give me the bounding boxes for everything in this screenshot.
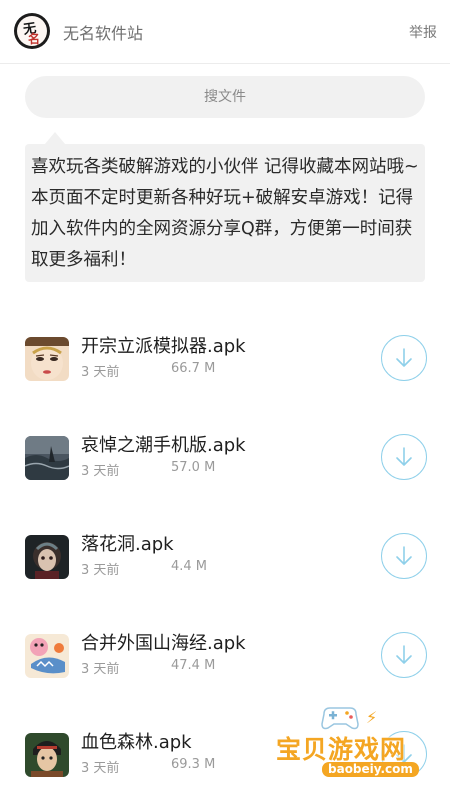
logo-inner: 无 名 [17, 16, 47, 46]
top-header: 无 名 无名软件站 举报 [0, 0, 450, 64]
watermark-brand: 宝贝游戏网 [276, 735, 407, 764]
file-list-item[interactable]: 落花洞.apk 3 天前 4.4 M [0, 533, 450, 605]
gamepad-icon [321, 707, 359, 730]
file-size: 4.4 M [171, 559, 208, 574]
file-list-item[interactable]: 哀悼之潮手机版.apk 3 天前 57.0 M [0, 434, 450, 506]
file-name[interactable]: 落花洞.apk [81, 530, 174, 556]
file-list-item[interactable]: 合并外国山海经.apk 3 天前 47.4 M [0, 632, 450, 704]
download-button[interactable] [381, 335, 427, 381]
face-character-icon [25, 337, 69, 381]
file-date: 3 天前 [81, 563, 120, 578]
file-size: 69.3 M [171, 757, 216, 772]
download-arrow-icon [396, 546, 412, 565]
file-name[interactable]: 血色森林.apk [81, 728, 192, 754]
logo-glyph-red: 名 [28, 32, 41, 46]
notice-text: 喜欢玩各类破解游戏的小伙伴 记得收藏本网站哦~本页面不定时更新各种好玩+破解安卓… [25, 144, 425, 282]
file-date: 3 天前 [81, 464, 120, 479]
watermark-url: baobeiy.com [322, 762, 419, 777]
file-name[interactable]: 开宗立派模拟器.apk [81, 332, 246, 358]
file-date: 3 天前 [81, 365, 120, 380]
file-size: 57.0 M [171, 460, 216, 475]
cartoon-creature-icon [25, 634, 69, 678]
file-name[interactable]: 合并外国山海经.apk [81, 629, 246, 655]
download-button[interactable] [381, 434, 427, 480]
spark-icon: ⚡ [366, 708, 378, 727]
ocean-scene-icon [25, 436, 69, 480]
site-logo-icon[interactable]: 无 名 [14, 13, 50, 49]
download-button[interactable] [381, 533, 427, 579]
download-arrow-icon [396, 348, 412, 367]
file-size: 47.4 M [171, 658, 216, 673]
file-date: 3 天前 [81, 662, 120, 677]
watermark-overlay: ⚡ 宝贝游戏网 baobeiy.com [270, 700, 445, 792]
file-date: 3 天前 [81, 761, 120, 776]
file-size: 66.7 M [171, 361, 216, 376]
dark-girl-icon [25, 535, 69, 579]
file-name[interactable]: 哀悼之潮手机版.apk [81, 431, 246, 457]
search-input[interactable]: 搜文件 [25, 76, 425, 118]
download-arrow-icon [396, 645, 412, 664]
download-arrow-icon [396, 447, 412, 466]
download-button[interactable] [381, 632, 427, 678]
warrior-portrait-icon [25, 733, 69, 777]
site-name: 无名软件站 [63, 24, 144, 43]
bubble-pointer [45, 132, 65, 144]
report-link[interactable]: 举报 [409, 22, 437, 42]
file-list-item[interactable]: 开宗立派模拟器.apk 3 天前 66.7 M [0, 335, 450, 407]
